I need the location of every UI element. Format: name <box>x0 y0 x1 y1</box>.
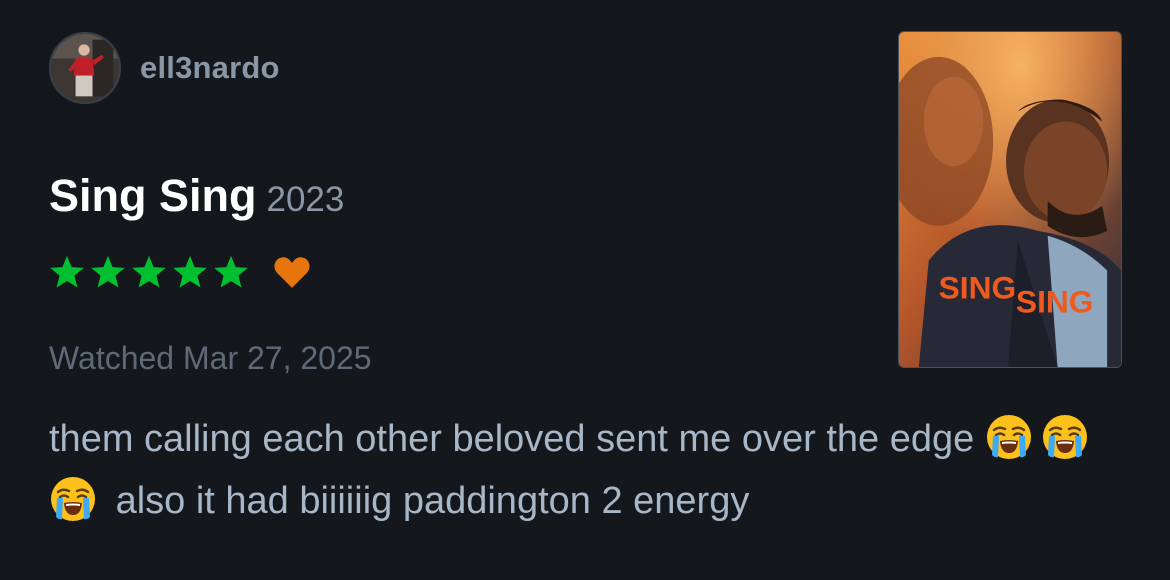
star-icon <box>173 255 207 288</box>
star-icon <box>214 255 248 288</box>
poster-title-word1: SING <box>939 269 1017 305</box>
star-icon <box>50 255 84 288</box>
star-icon <box>91 255 125 288</box>
username-link[interactable]: ell3nardo <box>140 50 280 86</box>
review-text-part2: also it had biiiiiig paddington 2 energy <box>115 480 750 522</box>
star-icon <box>132 255 166 288</box>
film-year-link[interactable]: 2023 <box>267 180 345 219</box>
film-poster[interactable]: SING SING <box>898 31 1122 368</box>
heart-icon <box>274 257 310 288</box>
loudly-crying-face-icon <box>1041 413 1089 461</box>
film-poster-image: SING SING <box>899 32 1121 367</box>
loudly-crying-face-icon <box>49 475 97 523</box>
film-heading: Sing Sing 2023 <box>49 170 344 222</box>
poster-title-word2: SING <box>1016 283 1094 319</box>
watched-date: Watched Mar 27, 2025 <box>49 340 372 376</box>
review-text-part1: them calling each other beloved sent me … <box>49 418 975 460</box>
avatar-photo <box>51 34 119 102</box>
avatar[interactable] <box>49 32 121 104</box>
review-text: them calling each other beloved sent me … <box>49 408 1139 532</box>
loudly-crying-face-icon <box>985 413 1033 461</box>
star-rating <box>48 252 311 292</box>
film-title-link[interactable]: Sing Sing <box>49 170 257 221</box>
